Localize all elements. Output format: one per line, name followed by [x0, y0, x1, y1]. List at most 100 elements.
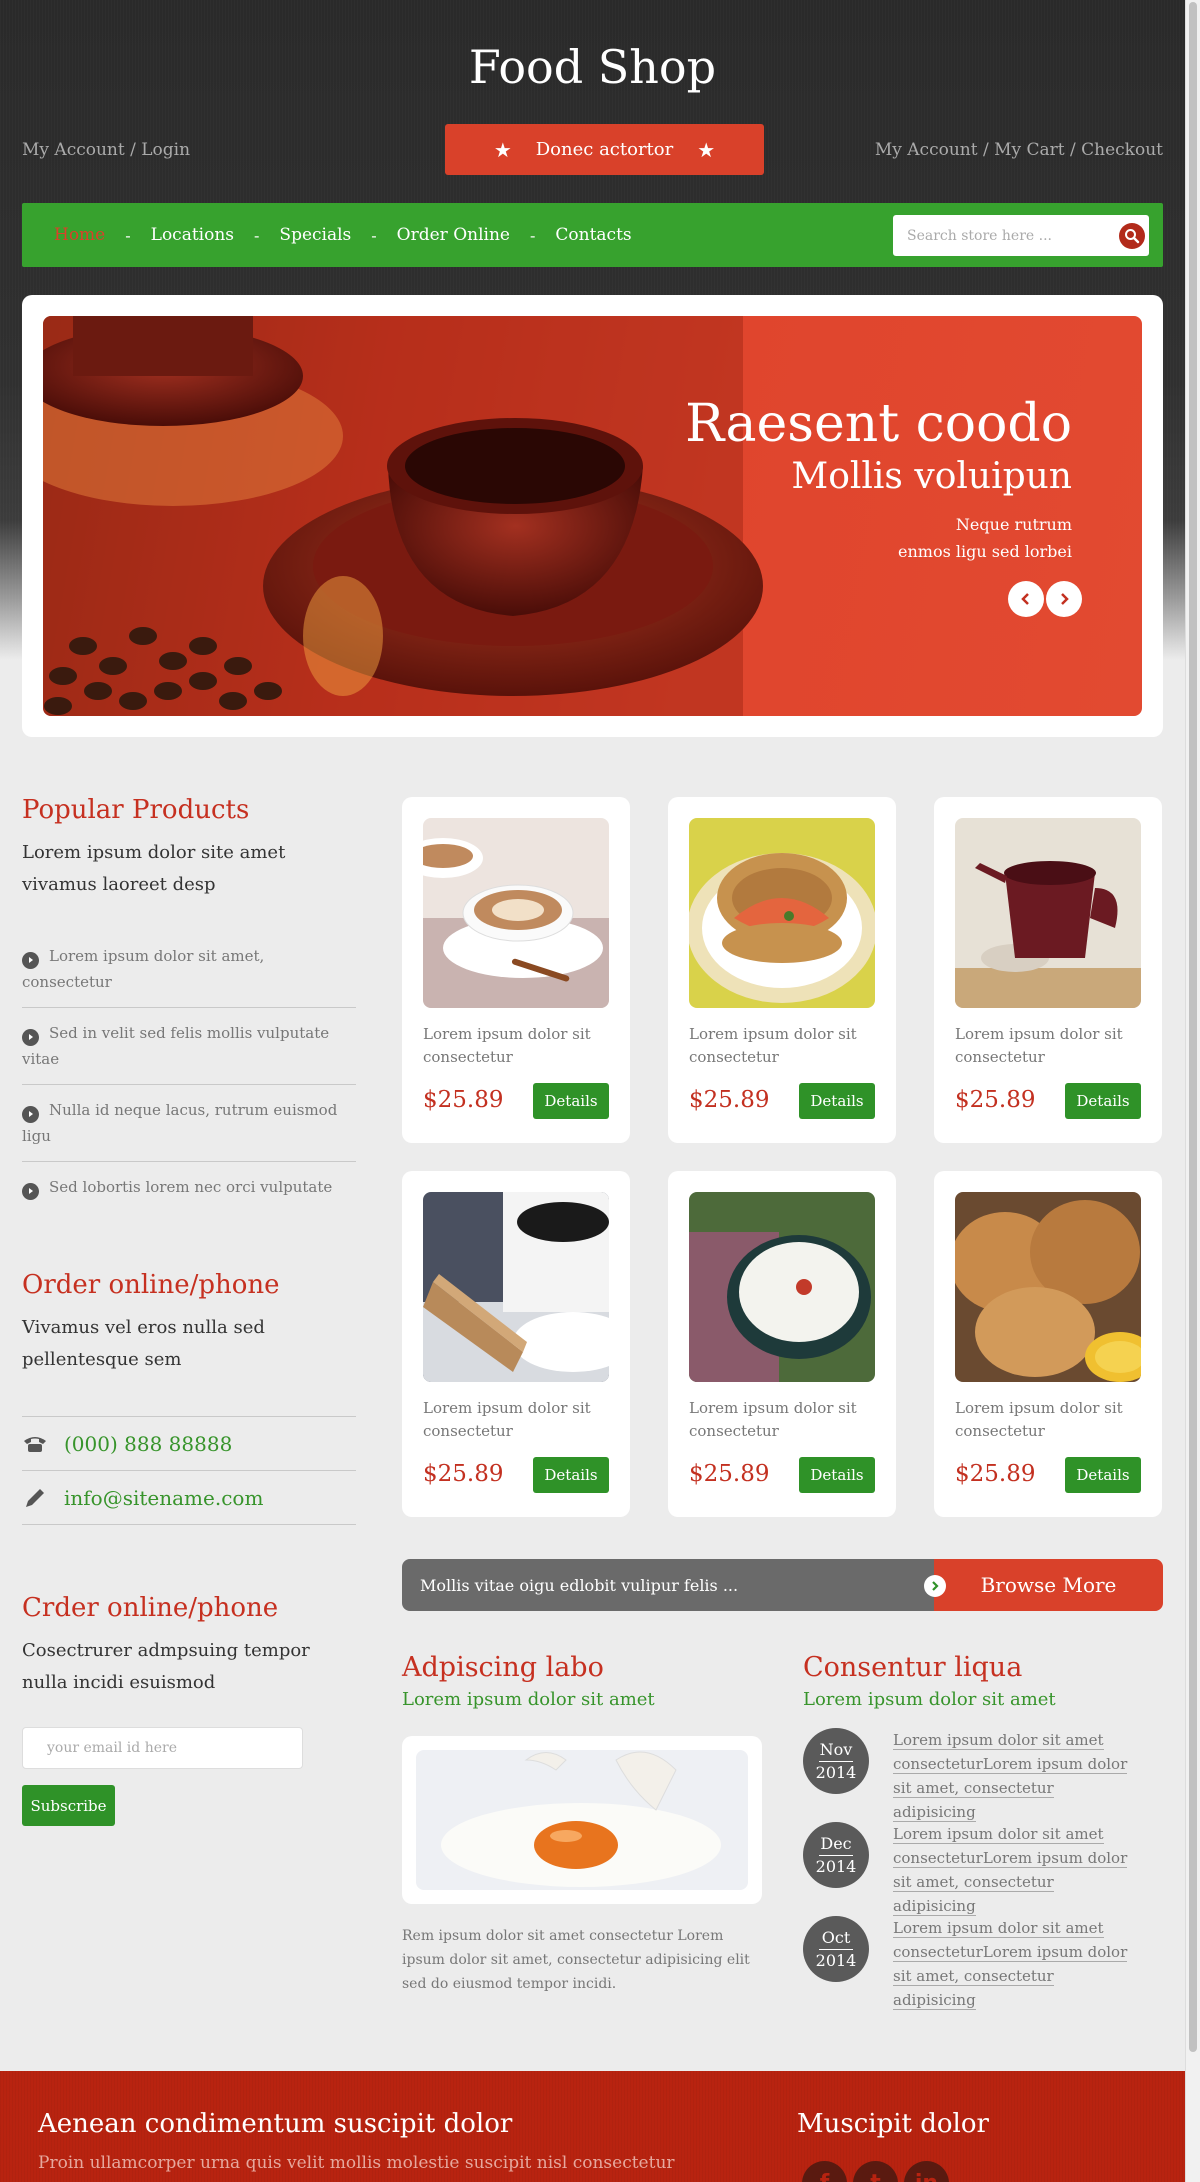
product-image-coffee-biscotti[interactable]: [423, 1192, 609, 1382]
news-item: Nov 2014 Lorem ipsum dolor sit amet cons…: [803, 1728, 1163, 1822]
list-item-label: Lorem ipsum dolor sit amet, consectetur: [22, 947, 265, 991]
product-price: $25.89: [689, 1461, 770, 1487]
news-link[interactable]: Lorem ipsum dolor sit amet consecteturLo…: [893, 1916, 1133, 2012]
product-name[interactable]: Lorem ipsum dolor sit consectetur: [423, 1023, 613, 1069]
product-price: $25.89: [955, 1461, 1036, 1487]
slider-controls: [1008, 581, 1082, 617]
list-item[interactable]: Sed lobortis lorem nec orci vulputate: [22, 1162, 356, 1212]
product-name[interactable]: Lorem ipsum dolor sit consectetur: [689, 1023, 879, 1069]
slide-text-line: enmos ligu sed lorbei: [898, 542, 1072, 561]
nav-item-order-online[interactable]: Order Online: [397, 225, 510, 245]
arrow-circle-icon: [22, 1182, 39, 1200]
list-item[interactable]: Nulla id neque lacus, rutrum euismod lig…: [22, 1085, 356, 1162]
product-image-rice-porridge[interactable]: [689, 1192, 875, 1382]
nav-item-home[interactable]: Home: [54, 225, 105, 245]
news-subheading: Lorem ipsum dolor sit amet: [803, 1689, 1056, 1710]
newsletter-subheading: Cosectrurer admpsuing tempor nulla incid…: [22, 1640, 310, 1693]
slider-next-button[interactable]: [1046, 581, 1082, 617]
date-month: Nov: [819, 1740, 853, 1759]
phone-number[interactable]: (000) 888 88888: [64, 1432, 232, 1456]
date-month: Oct: [821, 1928, 851, 1947]
order-contact-section: Order online/phone Vivamus vel eros null…: [22, 1270, 356, 1525]
product-name[interactable]: Lorem ipsum dolor sit consectetur: [955, 1397, 1145, 1443]
news-section: Consentur liqua Lorem ipsum dolor sit am…: [803, 1652, 1163, 2010]
news-link[interactable]: Lorem ipsum dolor sit amet consecteturLo…: [893, 1822, 1133, 1918]
arrow-right-circle-icon: [924, 1575, 946, 1597]
popular-products-section: Popular Products Lorem ipsum dolor site …: [22, 795, 356, 1212]
email-link[interactable]: info@sitename.com: [64, 1486, 263, 1510]
product-image-cappuccino[interactable]: [423, 818, 609, 1008]
product-card: Lorem ipsum dolor sit consectetur $25.89…: [668, 1171, 896, 1517]
product-name[interactable]: Lorem ipsum dolor sit consectetur: [689, 1397, 879, 1443]
nav-separator: -: [254, 225, 260, 245]
date-year: 2014: [815, 1951, 857, 1970]
account-login-link[interactable]: My Account / Login: [22, 140, 190, 160]
browse-text: Mollis vitae oigu edlobit vulipur felis …: [402, 1559, 934, 1611]
browse-more-button[interactable]: Browse More: [934, 1559, 1163, 1611]
product-price: $25.89: [423, 1087, 504, 1113]
social-links: f t in: [802, 2161, 949, 2182]
footer: Aenean condimentum suscipit dolor Proin …: [0, 2071, 1185, 2182]
promo-label: Donec actortor: [535, 139, 674, 160]
date-badge: Dec 2014: [803, 1822, 869, 1888]
scrollbar-thumb[interactable]: [1189, 2, 1197, 2052]
details-button[interactable]: Details: [1065, 1457, 1141, 1493]
nav-separator: -: [529, 225, 536, 245]
search-icon: [1125, 229, 1140, 244]
nav-item-locations[interactable]: Locations: [151, 225, 234, 245]
list-item-label: Sed lobortis lorem nec orci vulputate: [49, 1178, 333, 1196]
nav-item-specials[interactable]: Specials: [279, 225, 351, 245]
product-price: $25.89: [955, 1087, 1036, 1113]
subscribe-button[interactable]: Subscribe: [22, 1785, 115, 1826]
linkedin-icon[interactable]: in: [904, 2161, 949, 2182]
details-button[interactable]: Details: [533, 1457, 609, 1493]
footer-text-left: Proin ullamcorper urna quis velit mollis…: [38, 2153, 675, 2173]
account-cart-checkout-links[interactable]: My Account / My Cart / Checkout: [875, 140, 1163, 160]
news-link[interactable]: Lorem ipsum dolor sit amet consecteturLo…: [893, 1728, 1133, 1824]
news-text: Lorem ipsum dolor sit amet consecteturLo…: [893, 1731, 1128, 1822]
product-card: Lorem ipsum dolor sit consectetur $25.89…: [668, 797, 896, 1143]
product-image-tea-pot[interactable]: [955, 818, 1141, 1008]
product-price: $25.89: [423, 1461, 504, 1487]
search-button[interactable]: [1119, 223, 1145, 249]
popular-products-list: Lorem ipsum dolor sit amet, consectetur …: [22, 931, 356, 1212]
product-image-salmon-bagel[interactable]: [689, 818, 875, 1008]
main-navigation: Home - Locations - Specials - Order Onli…: [22, 203, 1163, 267]
list-item[interactable]: Sed in velit sed felis mollis vulputate …: [22, 1008, 356, 1085]
slider-prev-button[interactable]: [1008, 581, 1044, 617]
tumblr-icon[interactable]: t: [853, 2161, 898, 2182]
arrow-circle-icon: [22, 1028, 39, 1046]
product-name[interactable]: Lorem ipsum dolor sit consectetur: [423, 1397, 613, 1443]
details-button[interactable]: Details: [1065, 1083, 1141, 1119]
newsletter-email-field[interactable]: [22, 1727, 303, 1769]
order-subheading: Vivamus vel eros nulla sed pellentesque …: [22, 1317, 265, 1370]
date-badge: Nov 2014: [803, 1728, 869, 1794]
browse-bar: Mollis vitae oigu edlobit vulipur felis …: [402, 1559, 1163, 1611]
nav-item-contacts[interactable]: Contacts: [555, 225, 631, 245]
slide-text: Neque rutrum enmos ligu sed lorbei: [812, 511, 1072, 565]
popular-products-subheading: Lorem ipsum dolor site amet vivamus laor…: [22, 842, 286, 895]
newsletter-heading: Crder online/phone: [22, 1593, 279, 1623]
page-scrollbar[interactable]: [1185, 0, 1200, 2182]
product-image-scones[interactable]: [955, 1192, 1141, 1382]
product-name[interactable]: Lorem ipsum dolor sit consectetur: [955, 1023, 1145, 1069]
details-button[interactable]: Details: [799, 1083, 875, 1119]
news-item: Dec 2014 Lorem ipsum dolor sit amet cons…: [803, 1822, 1163, 1916]
blog-heading: Adpiscing labo: [402, 1652, 604, 1683]
egg-image[interactable]: [416, 1750, 748, 1890]
promo-button[interactable]: ★ Donec actortor ★: [445, 124, 764, 175]
news-heading: Consentur liqua: [803, 1652, 1023, 1683]
hero-slide: Raesent coodo Mollis voluipun Neque rutr…: [43, 316, 1142, 716]
contact-phone-row: (000) 888 88888: [22, 1417, 356, 1471]
list-item[interactable]: Lorem ipsum dolor sit amet, consectetur: [22, 931, 356, 1008]
details-button[interactable]: Details: [533, 1083, 609, 1119]
search-input[interactable]: [893, 215, 1103, 256]
site-title[interactable]: Food Shop: [22, 40, 1163, 94]
footer-heading-right: Muscipit dolor: [797, 2109, 989, 2139]
list-item-label: Nulla id neque lacus, rutrum euismod lig…: [22, 1101, 338, 1145]
product-card: Lorem ipsum dolor sit consectetur $25.89…: [402, 1171, 630, 1517]
facebook-icon[interactable]: f: [802, 2161, 847, 2182]
popular-products-heading: Popular Products: [22, 795, 250, 825]
details-button[interactable]: Details: [799, 1457, 875, 1493]
date-year: 2014: [815, 1857, 857, 1876]
